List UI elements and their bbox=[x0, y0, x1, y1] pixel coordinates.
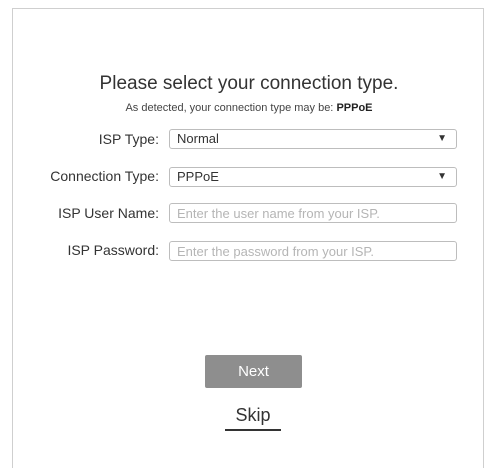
isp-type-value: Normal bbox=[177, 131, 219, 146]
connection-type-value: PPPoE bbox=[177, 169, 219, 184]
isp-user-name-input[interactable] bbox=[169, 203, 457, 223]
detected-connection-note: As detected, your connection type may be… bbox=[13, 102, 485, 114]
isp-type-select[interactable]: Normal ▼ bbox=[169, 129, 457, 149]
setup-panel: Please select your connection type. As d… bbox=[12, 8, 484, 468]
caret-down-icon: ▼ bbox=[437, 171, 447, 182]
isp-password-input[interactable] bbox=[169, 241, 457, 261]
next-button[interactable]: Next bbox=[205, 355, 302, 388]
connection-type-label: Connection Type: bbox=[50, 168, 159, 184]
isp-type-label: ISP Type: bbox=[98, 131, 159, 147]
connection-type-select[interactable]: PPPoE ▼ bbox=[169, 167, 457, 187]
detected-prefix: As detected, your connection type may be… bbox=[125, 102, 337, 114]
detected-type: PPPoE bbox=[336, 102, 373, 114]
caret-down-icon: ▼ bbox=[437, 133, 447, 144]
isp-user-name-label: ISP User Name: bbox=[58, 205, 159, 221]
isp-password-label: ISP Password: bbox=[67, 242, 159, 258]
page-title: Please select your connection type. bbox=[99, 73, 399, 94]
skip-link[interactable]: Skip bbox=[225, 405, 281, 431]
